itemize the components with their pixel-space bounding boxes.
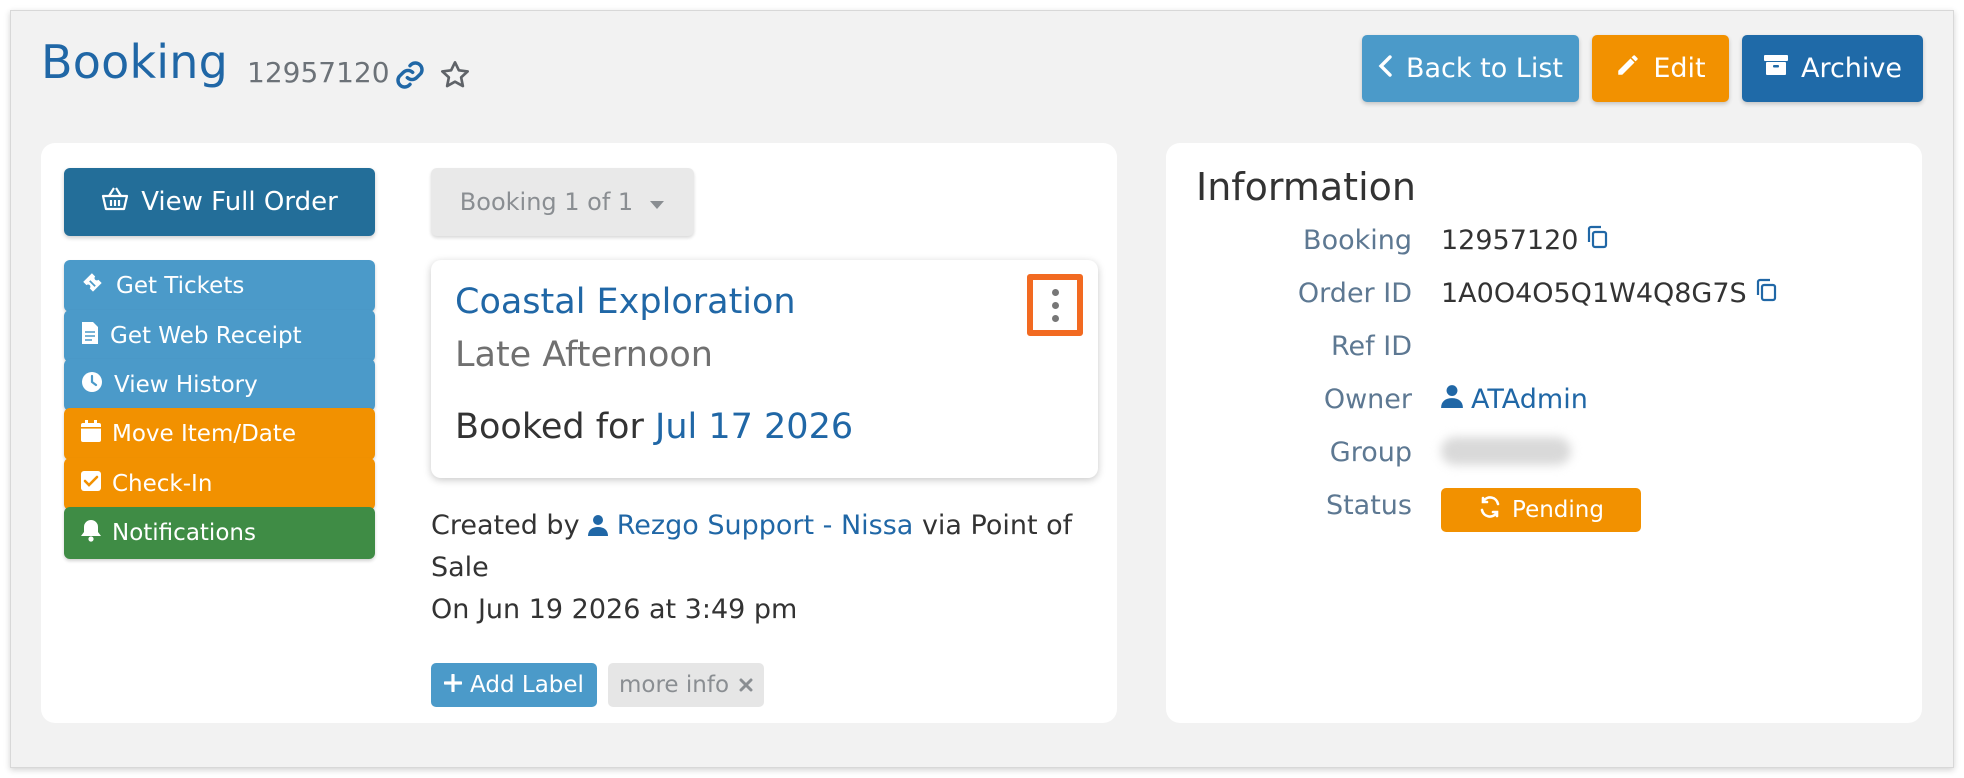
information-panel: Information Booking 12957120 Order ID 1A… (1166, 143, 1922, 723)
get-web-receipt-button[interactable]: Get Web Receipt (64, 310, 375, 362)
view-full-order-button[interactable]: View Full Order (64, 168, 375, 236)
get-tickets-label: Get Tickets (116, 273, 245, 299)
view-history-label: View History (114, 372, 258, 398)
booking-selector-label: Booking 1 of 1 (459, 188, 634, 216)
caret-down-icon (649, 188, 665, 216)
info-label: Status (1325, 490, 1412, 521)
calendar-icon (80, 419, 102, 449)
info-value: 12957120 (1441, 225, 1608, 256)
copy-icon[interactable] (1755, 278, 1777, 309)
info-label: Group (1329, 437, 1412, 468)
info-label: Ref ID (1331, 331, 1412, 362)
edit-label: Edit (1653, 53, 1706, 84)
edit-button[interactable]: Edit (1592, 35, 1729, 102)
status-badge[interactable]: Pending (1441, 488, 1641, 532)
booked-for-date[interactable]: Jul 17 2026 (655, 407, 853, 447)
info-row-group: Group (1166, 437, 1922, 477)
booking-id-value: 12957120 (1441, 225, 1579, 256)
more-info-tag: more info (608, 663, 764, 707)
booked-for-prefix: Booked for (455, 407, 644, 447)
info-value: ATAdmin (1441, 384, 1588, 415)
pencil-icon (1615, 52, 1641, 85)
close-icon[interactable] (739, 672, 753, 698)
booking-page: Booking 12957120 Back to List Edit Archi… (10, 10, 1954, 768)
bell-icon (80, 518, 102, 548)
item-time: Late Afternoon (455, 335, 713, 375)
info-value: 1A0O4O5Q1W4Q8G7S (1441, 278, 1777, 309)
info-label: Booking (1303, 225, 1412, 256)
action-column: View Full Order Get Tickets Get Web Rece… (64, 168, 375, 559)
refresh-icon (1478, 495, 1502, 525)
ticket-icon (80, 270, 106, 302)
checkbox-icon (80, 470, 102, 498)
booking-item-card: Coastal Exploration Late Afternoon Booke… (431, 260, 1098, 478)
booking-selector[interactable]: Booking 1 of 1 (431, 168, 694, 236)
user-icon (588, 510, 617, 541)
check-in-label: Check-In (112, 471, 213, 497)
kebab-menu-icon[interactable] (1027, 274, 1083, 336)
back-to-list-button[interactable]: Back to List (1362, 35, 1579, 102)
move-item-date-button[interactable]: Move Item/Date (64, 408, 375, 460)
more-info-text: more info (618, 672, 730, 698)
get-web-receipt-label: Get Web Receipt (110, 323, 302, 349)
link-icon[interactable] (394, 59, 426, 95)
basket-icon (101, 186, 129, 219)
item-name[interactable]: Coastal Exploration (455, 282, 796, 322)
status-label: Pending (1512, 497, 1604, 523)
page-header: Booking 12957120 Back to List Edit Archi… (11, 11, 1953, 136)
info-row-order-id: Order ID 1A0O4O5Q1W4Q8G7S (1166, 278, 1922, 318)
information-title: Information (1196, 165, 1416, 209)
booked-for: Booked for Jul 17 2026 (455, 407, 853, 447)
info-row-booking: Booking 12957120 (1166, 225, 1922, 265)
add-label-button[interactable]: Add Label (431, 663, 597, 707)
created-on: On Jun 19 2026 at 3:49 pm (431, 594, 798, 625)
star-icon[interactable] (439, 59, 471, 95)
created-by-user[interactable]: Rezgo Support - Nissa (617, 510, 914, 541)
owner-link[interactable]: ATAdmin (1471, 384, 1588, 415)
check-in-button[interactable]: Check-In (64, 458, 375, 510)
back-to-list-label: Back to List (1405, 53, 1564, 84)
info-label: Order ID (1297, 278, 1412, 309)
document-icon (80, 321, 100, 351)
booking-number: 12957120 (247, 56, 390, 89)
created-info: Created by Rezgo Support - Nissa via Poi… (431, 505, 1111, 631)
plus-icon (443, 672, 463, 698)
group-value-redacted (1441, 437, 1571, 465)
info-value (1441, 437, 1571, 465)
add-label-text: Add Label (470, 672, 584, 698)
order-id-value: 1A0O4O5Q1W4Q8G7S (1441, 278, 1747, 309)
chevron-left-icon (1378, 53, 1394, 84)
info-label: Owner (1323, 384, 1412, 415)
clock-icon (80, 370, 104, 400)
archive-icon (1763, 53, 1789, 84)
info-row-ref-id: Ref ID (1166, 331, 1922, 371)
copy-icon[interactable] (1586, 225, 1608, 256)
archive-button[interactable]: Archive (1742, 35, 1923, 102)
move-item-date-label: Move Item/Date (112, 421, 297, 447)
booking-panel: View Full Order Get Tickets Get Web Rece… (41, 143, 1117, 723)
get-tickets-button[interactable]: Get Tickets (64, 260, 375, 312)
created-by-line: Created by Rezgo Support - Nissa via Poi… (431, 505, 1111, 589)
view-full-order-label: View Full Order (141, 187, 338, 217)
page-title: Booking (41, 35, 229, 89)
archive-label: Archive (1800, 53, 1903, 84)
notifications-label: Notifications (112, 520, 256, 546)
info-row-status: Status Pending (1166, 488, 1922, 532)
info-row-owner: Owner ATAdmin (1166, 384, 1922, 424)
user-icon (1441, 384, 1463, 415)
notifications-button[interactable]: Notifications (64, 507, 375, 559)
view-history-button[interactable]: View History (64, 359, 375, 411)
created-by-prefix: Created by (431, 510, 580, 541)
